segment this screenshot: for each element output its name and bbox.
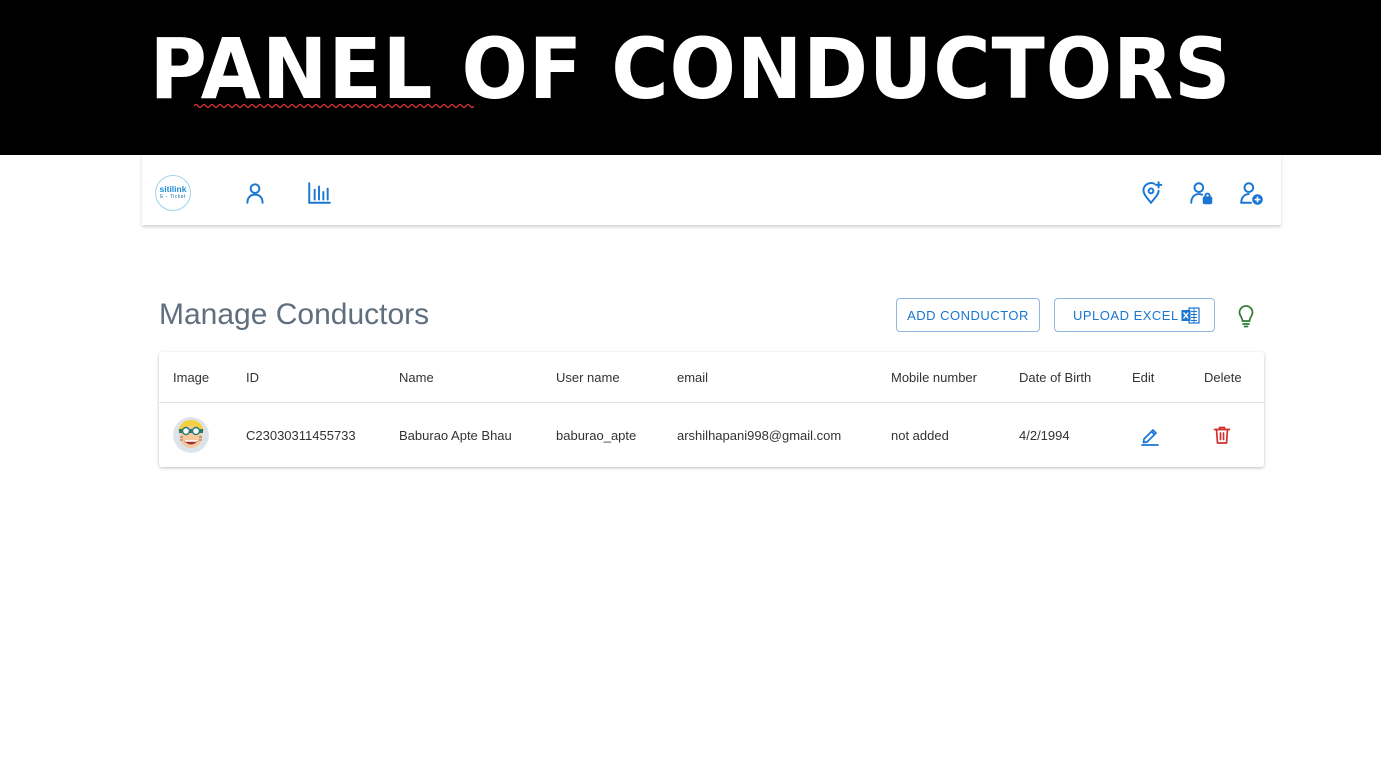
header-edit: Edit — [1132, 370, 1155, 385]
user-icon[interactable] — [242, 180, 268, 206]
cell-id: C23030311455733 — [246, 428, 356, 443]
cell-name: Baburao Apte Bhau — [399, 428, 512, 443]
header-id: ID — [246, 370, 259, 385]
add-conductor-button[interactable]: ADD CONDUCTOR — [896, 298, 1040, 332]
top-navbar: sitilink E - Ticket — [142, 155, 1281, 225]
header-dob: Date of Birth — [1019, 370, 1092, 385]
cell-mobile: not added — [891, 428, 949, 443]
conductors-table: Image ID Name User name email Mobile num… — [159, 352, 1264, 467]
cell-dob: 4/2/1994 — [1019, 428, 1070, 443]
location-add-icon[interactable] — [1138, 180, 1164, 206]
logo-text: sitilink — [159, 184, 187, 194]
title-banner: PANEL OF CONDUCTORS — [0, 0, 1381, 155]
header-email: email — [677, 370, 709, 385]
user-add-icon[interactable] — [1238, 180, 1264, 206]
cell-username: baburao_apte — [556, 428, 637, 443]
cell-email: arshilhapani998@gmail.com — [677, 428, 842, 443]
excel-icon — [1181, 307, 1200, 324]
user-lock-icon[interactable] — [1188, 180, 1214, 206]
upload-excel-label: UPLOAD EXCEL — [1073, 308, 1179, 323]
header-username: User name — [556, 370, 620, 385]
header-image: Image — [173, 370, 210, 385]
page-title: Manage Conductors — [159, 298, 430, 331]
bar-chart-icon[interactable] — [306, 180, 332, 206]
edit-icon[interactable] — [1139, 424, 1161, 446]
sitilink-logo[interactable]: sitilink E - Ticket — [155, 175, 191, 211]
header-divider — [159, 402, 1264, 403]
delete-icon[interactable] — [1211, 424, 1233, 446]
avatar — [173, 417, 209, 453]
upload-excel-button[interactable]: UPLOAD EXCEL — [1054, 298, 1215, 332]
logo-subtext: E - Ticket — [160, 194, 186, 200]
header-name: Name — [399, 370, 434, 385]
lightbulb-icon[interactable] — [1235, 304, 1257, 328]
header-delete: Delete — [1204, 370, 1242, 385]
spellcheck-underline — [194, 103, 474, 109]
header-mobile: Mobile number — [891, 370, 977, 385]
